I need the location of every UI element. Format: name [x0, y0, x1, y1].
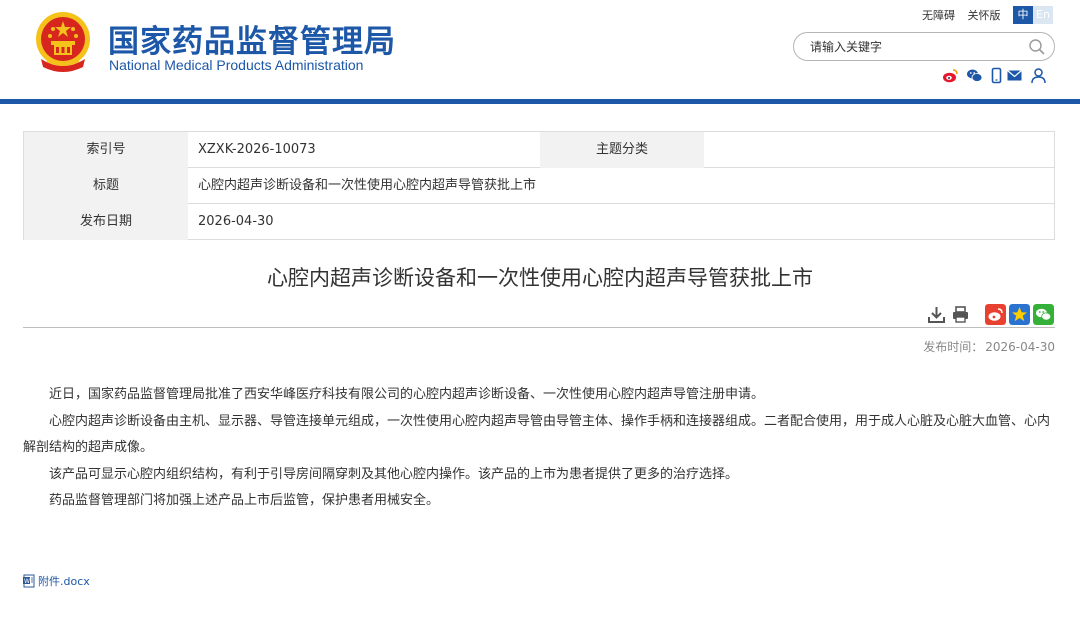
mail-icon[interactable]	[1006, 67, 1023, 84]
lang-en-button[interactable]: En	[1033, 6, 1053, 24]
meta-table: 索引号 XZXK-2026-10073 主题分类 标题 心腔内超声诊断设备和一次…	[23, 131, 1055, 240]
publish-time-label: 发布时间：	[923, 340, 984, 354]
title-label: 标题	[24, 168, 188, 204]
publish-time: 发布时间： 2026-04-30	[921, 338, 1055, 355]
article-body: 近日，国家药品监督管理局批准了西安华峰医疗科技有限公司的心腔内超声诊断设备、一次…	[23, 382, 1055, 515]
search-box	[793, 32, 1055, 61]
care-mode-link[interactable]: 关怀版	[968, 9, 1001, 22]
word-document-icon: W	[23, 574, 35, 588]
index-label: 索引号	[24, 132, 188, 168]
attachment-link[interactable]: W 附件.docx	[23, 573, 90, 589]
meta-row-date: 发布日期 2026-04-30	[24, 204, 1054, 240]
user-icon[interactable]	[1030, 67, 1047, 84]
article-title: 心腔内超声诊断设备和一次性使用心腔内超声导管获批上市	[267, 266, 813, 290]
publish-time-value: 2026-04-30	[985, 340, 1055, 354]
meta-row-title: 标题 心腔内超声诊断设备和一次性使用心腔内超声导管获批上市	[24, 168, 1054, 204]
category-label: 主题分类	[540, 132, 704, 168]
site-name-cn: 国家药品监督管理局	[108, 24, 396, 60]
top-links: 无障碍 关怀版	[922, 7, 1010, 23]
download-icon[interactable]	[927, 305, 946, 324]
paragraph: 近日，国家药品监督管理局批准了西安华峰医疗科技有限公司的心腔内超声诊断设备、一次…	[49, 387, 765, 402]
site-name-en: National Medical Products Administration	[109, 57, 364, 73]
index-value: XZXK-2026-10073	[198, 142, 316, 157]
header-divider	[0, 99, 1080, 104]
site-header: 国家药品监督管理局 National Medical Products Admi…	[0, 0, 1080, 101]
attachment-name[interactable]: 附件.docx	[38, 573, 90, 589]
weibo-icon[interactable]	[942, 67, 959, 84]
wechat-icon[interactable]	[966, 67, 983, 84]
meta-row-index: 索引号 XZXK-2026-10073 主题分类	[24, 132, 1054, 168]
date-value: 2026-04-30	[198, 214, 274, 229]
search-input[interactable]	[810, 38, 1010, 56]
mobile-icon[interactable]	[988, 67, 1005, 84]
print-icon[interactable]	[951, 305, 970, 324]
date-label: 发布日期	[24, 204, 188, 240]
national-emblem-icon	[36, 12, 90, 72]
lang-cn-button[interactable]: 中	[1013, 6, 1033, 24]
weibo-share-icon[interactable]	[985, 304, 1006, 325]
title-value: 心腔内超声诊断设备和一次性使用心腔内超声导管获批上市	[198, 178, 537, 193]
wechat-share-icon[interactable]	[1033, 304, 1054, 325]
search-icon[interactable]	[1028, 38, 1046, 56]
category-value	[714, 132, 1044, 168]
title-divider	[23, 327, 1055, 328]
paragraph: 该产品可显示心腔内组织结构，有利于引导房间隔穿刺及其他心腔内操作。该产品的上市为…	[49, 466, 739, 482]
paragraph: 药品监督管理部门将加强上述产品上市后监管，保护患者用械安全。	[49, 493, 440, 508]
paragraph: 心腔内超声诊断设备由主机、显示器、导管连接单元组成，一次性使用心腔内超声导管由导…	[23, 413, 1051, 456]
accessibility-link[interactable]: 无障碍	[922, 9, 955, 22]
qzone-share-icon[interactable]	[1009, 304, 1030, 325]
svg-text:W: W	[24, 578, 30, 585]
